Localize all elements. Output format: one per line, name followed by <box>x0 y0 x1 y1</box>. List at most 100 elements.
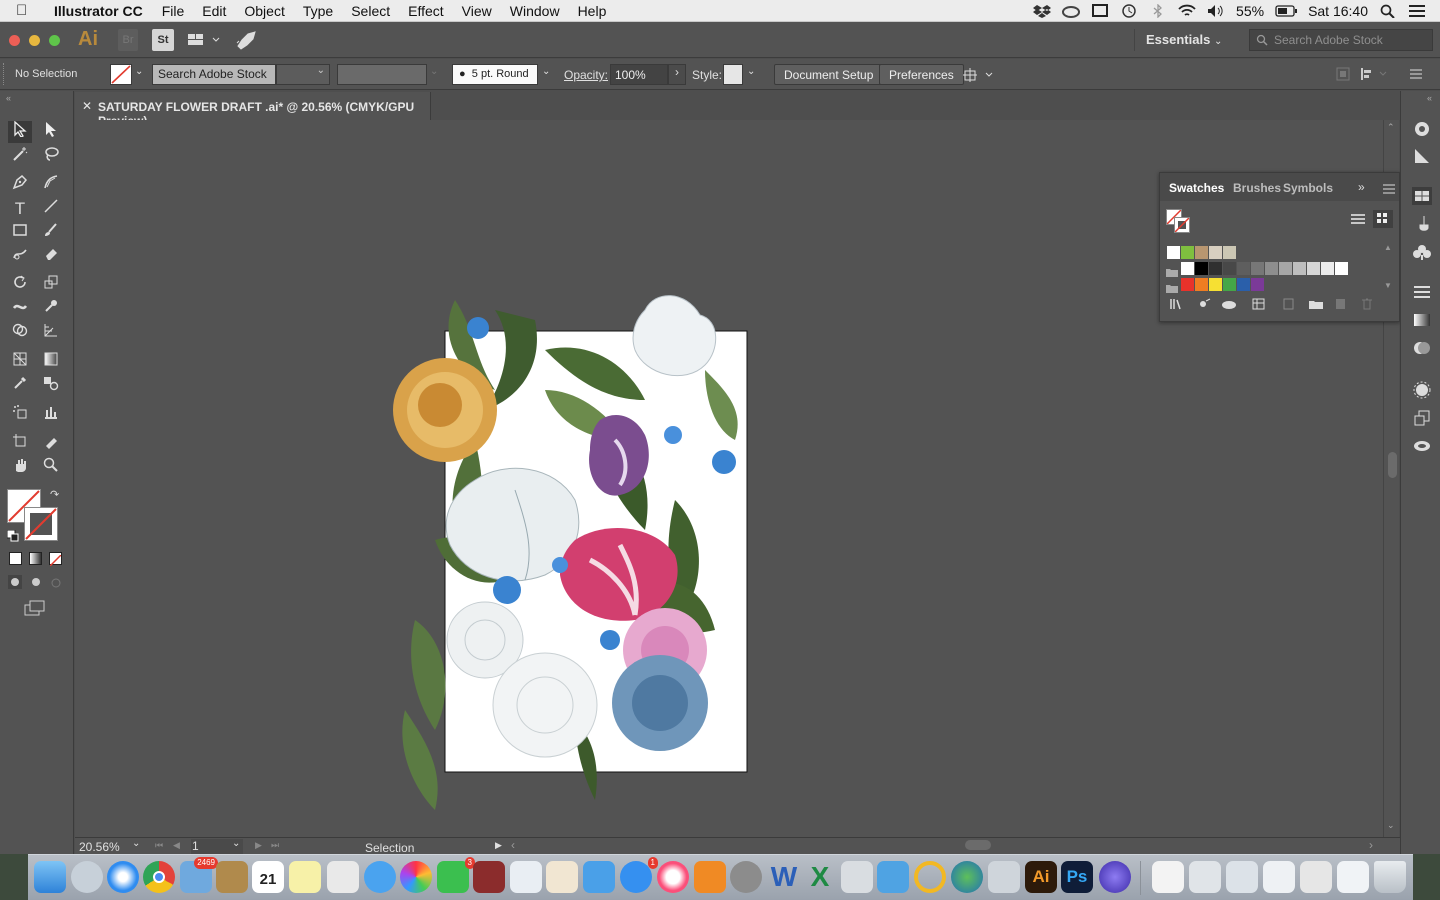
none-mode-button[interactable] <box>49 552 62 567</box>
display-icon[interactable] <box>1091 3 1109 18</box>
bluetooth-icon[interactable] <box>1149 2 1167 19</box>
show-swatch-kinds-icon[interactable] <box>1198 297 1212 315</box>
stroke-panel-icon[interactable] <box>1412 283 1432 301</box>
illustrator-dock-icon[interactable]: Ai <box>1025 861 1057 893</box>
lasso-tool-icon[interactable] <box>39 146 63 168</box>
swap-fill-stroke-icon[interactable]: ↷ <box>50 488 59 501</box>
status-tool-label[interactable]: Selection <box>365 841 414 855</box>
selection-tool-icon[interactable] <box>8 120 32 143</box>
swatch-gray[interactable] <box>1307 262 1320 275</box>
color-mode-button[interactable] <box>9 552 22 565</box>
arrange-icon[interactable] <box>962 66 998 87</box>
menu-type[interactable]: Type <box>303 3 333 19</box>
menu-help[interactable]: Help <box>578 3 607 19</box>
stock-search-input[interactable]: Search Adobe Stock <box>1249 29 1433 51</box>
status-menu-icon[interactable]: ▶ <box>495 840 502 851</box>
app-store-icon[interactable]: 1 <box>620 857 658 893</box>
swatch-options-icon[interactable] <box>1252 297 1266 315</box>
brush-definition-field[interactable]: ● 5 pt. Round <box>452 64 538 85</box>
chevron-down-icon[interactable]: ⌄ <box>430 66 438 77</box>
notification-center-icon[interactable] <box>1408 4 1426 18</box>
swatch-gray[interactable] <box>1279 262 1292 275</box>
clock[interactable]: Sat 16:40 <box>1308 3 1368 19</box>
itunes-icon[interactable] <box>657 861 689 893</box>
swatch-gray[interactable] <box>1293 262 1306 275</box>
paintbrush-tool-icon[interactable] <box>39 222 63 244</box>
perspective-grid-tool-icon[interactable] <box>39 322 63 344</box>
gradient-panel-icon[interactable] <box>1412 311 1432 329</box>
blend-tool-icon[interactable] <box>39 375 63 397</box>
swatch-gray[interactable] <box>1321 262 1334 275</box>
time-machine-icon[interactable] <box>1120 3 1138 18</box>
document-stack-icon[interactable] <box>1152 861 1184 893</box>
swatch-pattern[interactable] <box>1223 246 1236 259</box>
delete-swatch-icon[interactable] <box>1360 297 1374 315</box>
document-tab[interactable]: ✕ SATURDAY FLOWER DRAFT .ai* @ 20.56% (C… <box>75 92 431 128</box>
slice-tool-icon[interactable] <box>39 433 63 455</box>
notes-icon[interactable] <box>289 861 321 893</box>
scroll-up-icon[interactable]: ⌃ <box>1387 122 1395 133</box>
swatch-gray[interactable] <box>1223 262 1236 275</box>
swatch-pattern[interactable] <box>1209 246 1222 259</box>
expand-panels-icon[interactable]: « <box>1427 93 1432 103</box>
scroll-left-icon[interactable]: ‹ <box>511 838 515 852</box>
tab-swatches[interactable]: Swatches <box>1169 181 1224 195</box>
finder-icon[interactable] <box>34 861 66 893</box>
wifi-icon[interactable] <box>1178 4 1196 18</box>
chevron-down-icon[interactable]: ⌄ <box>135 66 143 77</box>
volume-icon[interactable] <box>1207 4 1225 18</box>
menu-file[interactable]: File <box>162 3 185 19</box>
list-view-icon[interactable] <box>1351 213 1365 231</box>
opacity-slider-button[interactable]: › <box>668 64 686 85</box>
collapse-panel-icon[interactable]: « <box>6 93 11 103</box>
swatch-gray[interactable] <box>1237 262 1250 275</box>
eyedropper-tool-icon[interactable] <box>8 375 32 397</box>
hand-tool-icon[interactable] <box>8 457 32 479</box>
swatch-color[interactable] <box>1223 278 1236 291</box>
pages-icon[interactable] <box>546 861 578 893</box>
swatch-color[interactable] <box>1181 278 1194 291</box>
messages-icon[interactable] <box>364 861 396 893</box>
panel-menu-icon[interactable] <box>1383 183 1395 197</box>
bridge-button[interactable]: Br <box>118 29 138 51</box>
draw-behind-icon[interactable] <box>29 575 43 594</box>
creative-cloud-icon[interactable] <box>1062 4 1081 18</box>
calendar-icon[interactable]: 21 <box>252 861 284 893</box>
cloud-library-icon[interactable] <box>1220 297 1238 315</box>
mail-icon[interactable]: 2469 <box>180 857 218 893</box>
downloads-stack-icon[interactable] <box>1226 861 1258 893</box>
scroll-down-icon[interactable]: ⌄ <box>1387 820 1395 831</box>
previous-artboard-icon[interactable]: ◀ <box>173 840 180 851</box>
type-tool-icon[interactable]: T <box>8 198 32 220</box>
swatch-libraries-icon[interactable] <box>1170 297 1184 315</box>
last-artboard-icon[interactable]: ⏭ <box>271 840 279 851</box>
shape-builder-tool-icon[interactable] <box>8 322 32 344</box>
graphic-styles-panel-icon[interactable] <box>1412 409 1432 427</box>
photos-icon[interactable] <box>400 861 432 893</box>
menu-view[interactable]: View <box>462 3 492 19</box>
swatch-gray[interactable] <box>1181 262 1194 275</box>
libraries-icon[interactable] <box>1412 120 1432 138</box>
scrollbar-thumb[interactable] <box>1388 452 1397 478</box>
graphic-style-swatch[interactable] <box>723 64 743 85</box>
word-icon[interactable]: W <box>768 861 800 893</box>
gradient-tool-icon[interactable] <box>39 351 63 373</box>
spotlight-icon[interactable] <box>1379 4 1397 19</box>
tab-symbols[interactable]: Symbols <box>1283 181 1333 195</box>
fill-color-swatch[interactable] <box>110 64 132 85</box>
trash-icon[interactable] <box>1374 861 1406 893</box>
app-menu[interactable]: Illustrator CC <box>54 3 143 19</box>
collapse-panel-icon[interactable]: » <box>1358 180 1365 194</box>
arrange-documents-button[interactable] <box>186 29 222 51</box>
opacity-input[interactable]: 100% <box>610 64 668 85</box>
appearance-panel-icon[interactable] <box>1412 381 1432 399</box>
swatch-pattern[interactable] <box>1195 246 1208 259</box>
opera-icon[interactable] <box>914 861 946 893</box>
tab-brushes[interactable]: Brushes <box>1233 181 1281 195</box>
thumbnail-view-icon[interactable] <box>1373 210 1393 228</box>
change-screen-mode-icon[interactable] <box>24 600 46 621</box>
document-setup-button[interactable]: Document Setup <box>774 64 884 85</box>
ibooks-icon[interactable] <box>694 861 726 893</box>
swatch-registration[interactable] <box>1167 246 1180 259</box>
minimize-window-button[interactable] <box>29 35 40 46</box>
